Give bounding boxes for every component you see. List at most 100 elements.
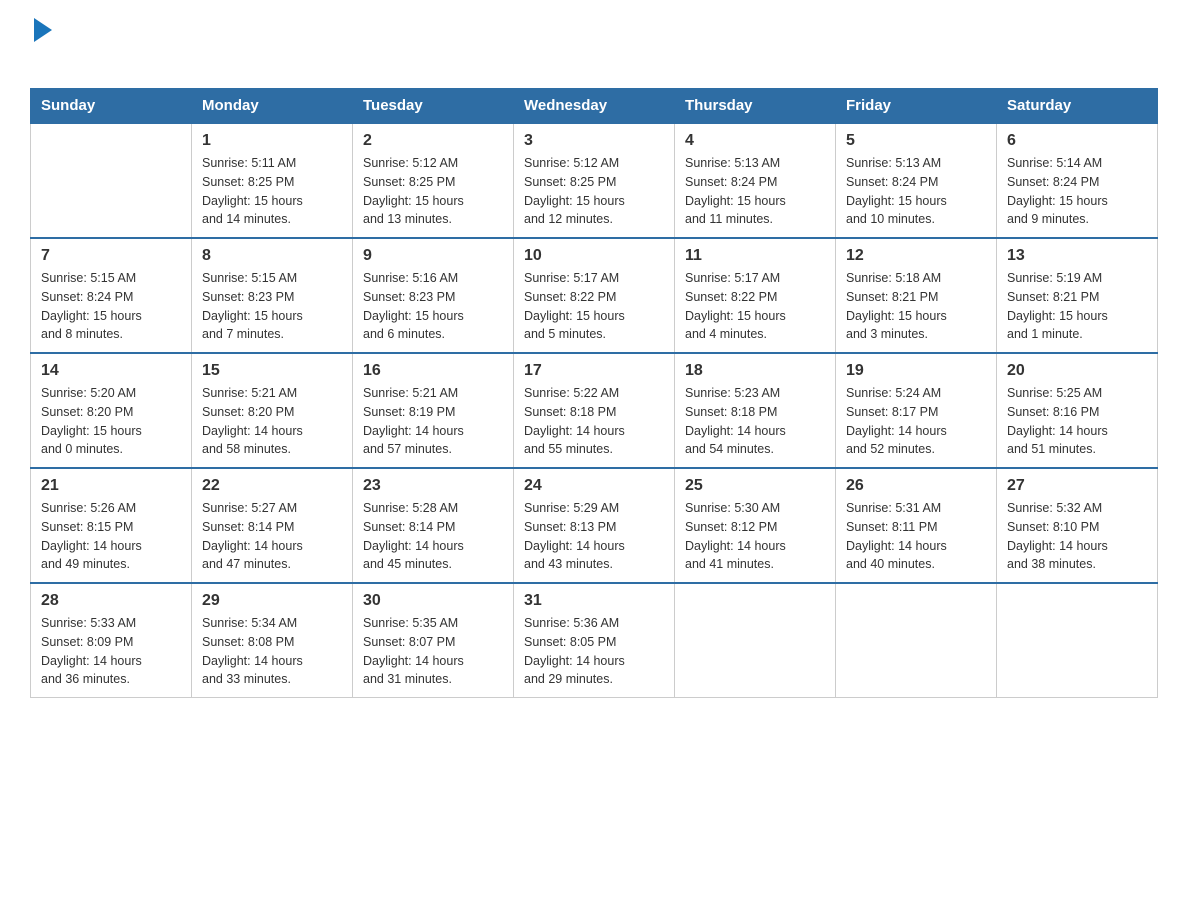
- day-number: 7: [41, 247, 181, 265]
- day-info: Sunrise: 5:11 AM Sunset: 8:25 PM Dayligh…: [202, 154, 342, 229]
- calendar-header-monday: Monday: [192, 89, 353, 124]
- day-info: Sunrise: 5:28 AM Sunset: 8:14 PM Dayligh…: [363, 499, 503, 574]
- calendar-cell: 15 Sunrise: 5:21 AM Sunset: 8:20 PM Dayli…: [192, 353, 353, 468]
- day-number: 12: [846, 247, 986, 265]
- day-number: 30: [363, 592, 503, 610]
- calendar-cell: 5 Sunrise: 5:13 AM Sunset: 8:24 PM Daylig…: [836, 123, 997, 238]
- calendar-cell: 11Sunrise: 5:17 AM Sunset: 8:22 PM Dayli…: [675, 238, 836, 353]
- day-number: 28: [41, 592, 181, 610]
- calendar-week-row: 14 Sunrise: 5:20 AM Sunset: 8:20 PM Dayli…: [31, 353, 1158, 468]
- day-info: Sunrise: 5:32 AM Sunset: 8:10 PM Dayligh…: [1007, 499, 1147, 574]
- calendar-cell: 25 Sunrise: 5:30 AM Sunset: 8:12 PM Dayli…: [675, 468, 836, 583]
- day-number: 13: [1007, 247, 1147, 265]
- day-number: 4: [685, 132, 825, 150]
- day-number: 17: [524, 362, 664, 380]
- day-number: 31: [524, 592, 664, 610]
- day-info: Sunrise: 5:12 AM Sunset: 8:25 PM Dayligh…: [363, 154, 503, 229]
- day-number: 25: [685, 477, 825, 495]
- calendar-cell: 26 Sunrise: 5:31 AM Sunset: 8:11 PM Dayli…: [836, 468, 997, 583]
- day-number: 3: [524, 132, 664, 150]
- calendar-cell: 6 Sunrise: 5:14 AM Sunset: 8:24 PM Daylig…: [997, 123, 1158, 238]
- calendar-cell: 28 Sunrise: 5:33 AM Sunset: 8:09 PM Dayli…: [31, 583, 192, 698]
- calendar-cell: 22 Sunrise: 5:27 AM Sunset: 8:14 PM Dayli…: [192, 468, 353, 583]
- day-number: 15: [202, 362, 342, 380]
- calendar-cell: 7 Sunrise: 5:15 AM Sunset: 8:24 PM Daylig…: [31, 238, 192, 353]
- day-info: Sunrise: 5:22 AM Sunset: 8:18 PM Dayligh…: [524, 384, 664, 459]
- day-info: Sunrise: 5:18 AM Sunset: 8:21 PM Dayligh…: [846, 269, 986, 344]
- page-header: [30, 20, 1158, 78]
- calendar-cell: [997, 583, 1158, 698]
- day-info: Sunrise: 5:33 AM Sunset: 8:09 PM Dayligh…: [41, 614, 181, 689]
- day-info: Sunrise: 5:19 AM Sunset: 8:21 PM Dayligh…: [1007, 269, 1147, 344]
- day-info: Sunrise: 5:27 AM Sunset: 8:14 PM Dayligh…: [202, 499, 342, 574]
- day-info: Sunrise: 5:35 AM Sunset: 8:07 PM Dayligh…: [363, 614, 503, 689]
- day-info: Sunrise: 5:21 AM Sunset: 8:20 PM Dayligh…: [202, 384, 342, 459]
- calendar-week-row: 1 Sunrise: 5:11 AM Sunset: 8:25 PM Daylig…: [31, 123, 1158, 238]
- day-number: 22: [202, 477, 342, 495]
- calendar-week-row: 7 Sunrise: 5:15 AM Sunset: 8:24 PM Daylig…: [31, 238, 1158, 353]
- calendar-cell: 24 Sunrise: 5:29 AM Sunset: 8:13 PM Dayli…: [514, 468, 675, 583]
- day-number: 2: [363, 132, 503, 150]
- day-info: Sunrise: 5:30 AM Sunset: 8:12 PM Dayligh…: [685, 499, 825, 574]
- calendar-cell: 9Sunrise: 5:16 AM Sunset: 8:23 PM Daylig…: [353, 238, 514, 353]
- calendar-header-thursday: Thursday: [675, 89, 836, 124]
- day-info: Sunrise: 5:29 AM Sunset: 8:13 PM Dayligh…: [524, 499, 664, 574]
- calendar-week-row: 28 Sunrise: 5:33 AM Sunset: 8:09 PM Dayli…: [31, 583, 1158, 698]
- calendar-cell: [675, 583, 836, 698]
- calendar-cell: 30 Sunrise: 5:35 AM Sunset: 8:07 PM Dayli…: [353, 583, 514, 698]
- day-info: Sunrise: 5:34 AM Sunset: 8:08 PM Dayligh…: [202, 614, 342, 689]
- day-info: Sunrise: 5:31 AM Sunset: 8:11 PM Dayligh…: [846, 499, 986, 574]
- day-number: 1: [202, 132, 342, 150]
- day-number: 21: [41, 477, 181, 495]
- day-number: 16: [363, 362, 503, 380]
- calendar-cell: 16 Sunrise: 5:21 AM Sunset: 8:19 PM Dayli…: [353, 353, 514, 468]
- day-info: Sunrise: 5:20 AM Sunset: 8:20 PM Dayligh…: [41, 384, 181, 459]
- day-number: 23: [363, 477, 503, 495]
- calendar-header-friday: Friday: [836, 89, 997, 124]
- calendar-cell: 8Sunrise: 5:15 AM Sunset: 8:23 PM Daylig…: [192, 238, 353, 353]
- calendar-header-wednesday: Wednesday: [514, 89, 675, 124]
- calendar-cell: 27 Sunrise: 5:32 AM Sunset: 8:10 PM Dayli…: [997, 468, 1158, 583]
- day-number: 26: [846, 477, 986, 495]
- day-number: 9: [363, 247, 503, 265]
- day-info: Sunrise: 5:13 AM Sunset: 8:24 PM Dayligh…: [685, 154, 825, 229]
- calendar-cell: [31, 123, 192, 238]
- calendar-cell: 19 Sunrise: 5:24 AM Sunset: 8:17 PM Dayli…: [836, 353, 997, 468]
- calendar-cell: 20Sunrise: 5:25 AM Sunset: 8:16 PM Dayli…: [997, 353, 1158, 468]
- calendar-cell: 31 Sunrise: 5:36 AM Sunset: 8:05 PM Dayli…: [514, 583, 675, 698]
- logo: [30, 20, 64, 78]
- day-number: 6: [1007, 132, 1147, 150]
- calendar-cell: 23 Sunrise: 5:28 AM Sunset: 8:14 PM Dayli…: [353, 468, 514, 583]
- day-info: Sunrise: 5:24 AM Sunset: 8:17 PM Dayligh…: [846, 384, 986, 459]
- day-info: Sunrise: 5:36 AM Sunset: 8:05 PM Dayligh…: [524, 614, 664, 689]
- calendar-cell: 12 Sunrise: 5:18 AM Sunset: 8:21 PM Dayli…: [836, 238, 997, 353]
- day-info: Sunrise: 5:14 AM Sunset: 8:24 PM Dayligh…: [1007, 154, 1147, 229]
- calendar-cell: 10Sunrise: 5:17 AM Sunset: 8:22 PM Dayli…: [514, 238, 675, 353]
- day-info: Sunrise: 5:21 AM Sunset: 8:19 PM Dayligh…: [363, 384, 503, 459]
- day-number: 19: [846, 362, 986, 380]
- day-info: Sunrise: 5:25 AM Sunset: 8:16 PM Dayligh…: [1007, 384, 1147, 459]
- day-number: 14: [41, 362, 181, 380]
- day-info: Sunrise: 5:12 AM Sunset: 8:25 PM Dayligh…: [524, 154, 664, 229]
- calendar-cell: 14 Sunrise: 5:20 AM Sunset: 8:20 PM Dayli…: [31, 353, 192, 468]
- calendar-header-row: SundayMondayTuesdayWednesdayThursdayFrid…: [31, 89, 1158, 124]
- day-number: 5: [846, 132, 986, 150]
- calendar-table: SundayMondayTuesdayWednesdayThursdayFrid…: [30, 88, 1158, 698]
- calendar-cell: 17 Sunrise: 5:22 AM Sunset: 8:18 PM Dayli…: [514, 353, 675, 468]
- day-number: 27: [1007, 477, 1147, 495]
- calendar-cell: 18Sunrise: 5:23 AM Sunset: 8:18 PM Dayli…: [675, 353, 836, 468]
- calendar-cell: 3 Sunrise: 5:12 AM Sunset: 8:25 PM Daylig…: [514, 123, 675, 238]
- day-info: Sunrise: 5:23 AM Sunset: 8:18 PM Dayligh…: [685, 384, 825, 459]
- day-info: Sunrise: 5:15 AM Sunset: 8:24 PM Dayligh…: [41, 269, 181, 344]
- calendar-cell: 4 Sunrise: 5:13 AM Sunset: 8:24 PM Daylig…: [675, 123, 836, 238]
- calendar-cell: 29 Sunrise: 5:34 AM Sunset: 8:08 PM Dayli…: [192, 583, 353, 698]
- calendar-header-saturday: Saturday: [997, 89, 1158, 124]
- calendar-cell: 21 Sunrise: 5:26 AM Sunset: 8:15 PM Dayli…: [31, 468, 192, 583]
- day-number: 24: [524, 477, 664, 495]
- day-number: 8: [202, 247, 342, 265]
- calendar-header-tuesday: Tuesday: [353, 89, 514, 124]
- day-info: Sunrise: 5:17 AM Sunset: 8:22 PM Dayligh…: [524, 269, 664, 344]
- day-info: Sunrise: 5:13 AM Sunset: 8:24 PM Dayligh…: [846, 154, 986, 229]
- day-info: Sunrise: 5:26 AM Sunset: 8:15 PM Dayligh…: [41, 499, 181, 574]
- day-number: 29: [202, 592, 342, 610]
